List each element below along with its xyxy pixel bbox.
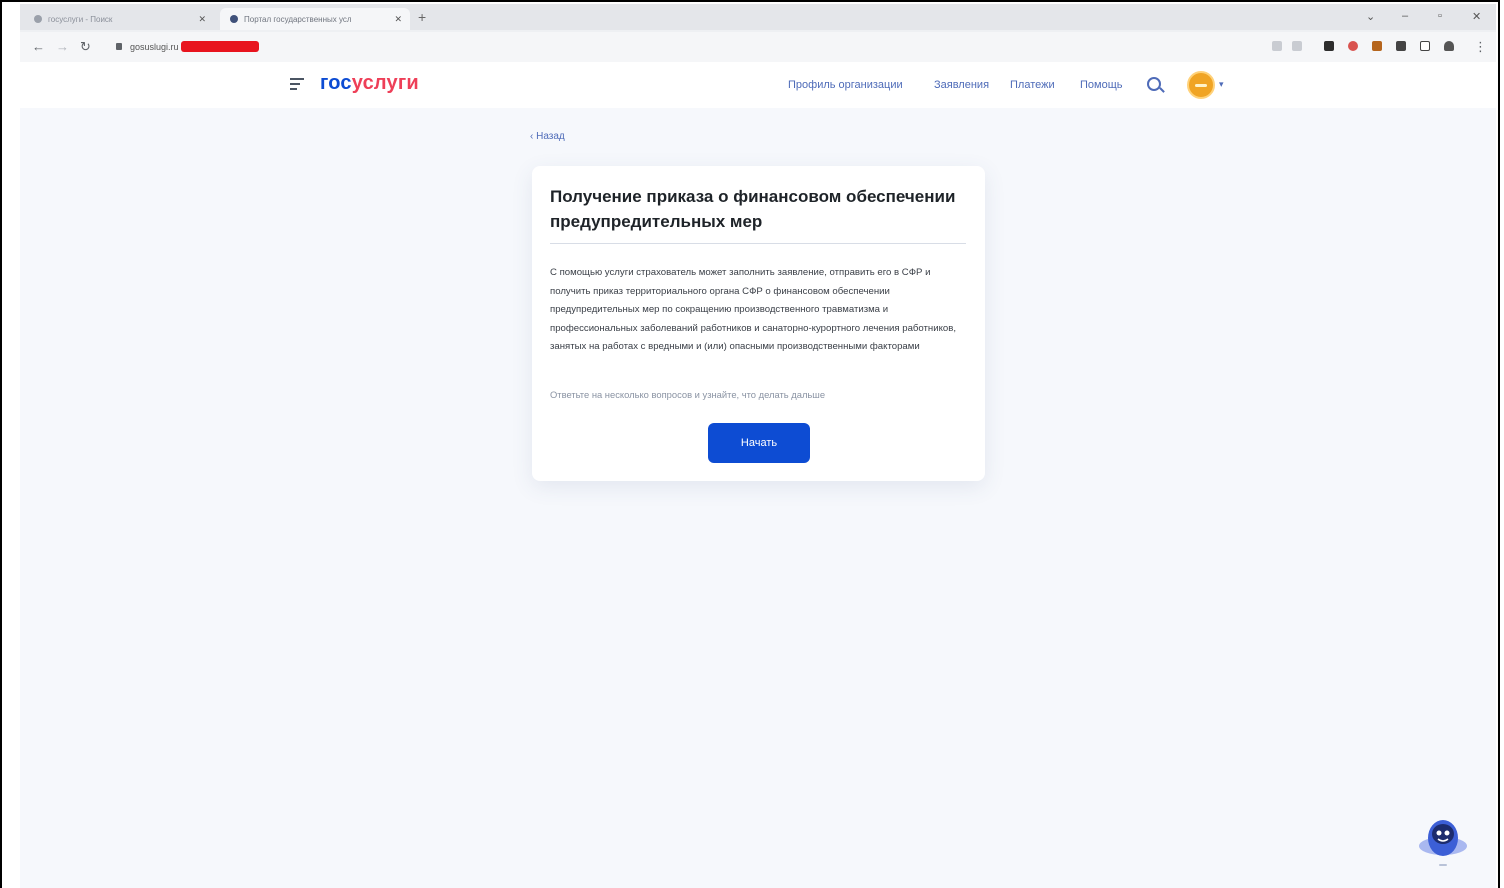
tab-label: Портал государственных усл	[244, 14, 352, 24]
maximize-icon[interactable]: ▫	[1438, 10, 1442, 22]
nav-help[interactable]: Помощь	[1080, 79, 1123, 91]
profile-icon[interactable]	[1444, 41, 1454, 51]
logo-part-1: гос	[320, 72, 352, 94]
tab-close-icon[interactable]: ✕	[394, 14, 402, 25]
minimize-icon[interactable]: –	[1402, 10, 1408, 22]
extension-icon[interactable]	[1324, 41, 1334, 51]
redaction-mark	[180, 41, 259, 52]
forward-arrow-icon[interactable]: →	[56, 39, 69, 54]
nav-payments[interactable]: Платежи	[1010, 79, 1055, 91]
share-icon[interactable]	[1272, 41, 1282, 51]
search-icon[interactable]	[1147, 77, 1161, 91]
url-text: gosuslugi.ru	[130, 41, 179, 52]
browser-tab-search[interactable]: госуслуги - Поиск ✕	[24, 8, 214, 30]
bookmark-star-icon[interactable]	[1292, 41, 1302, 51]
service-card: Получение приказа о финансовом обеспечен…	[532, 166, 985, 481]
back-link[interactable]: ‹ Назад	[530, 131, 565, 142]
tab-strip: госуслуги - Поиск ✕ Портал государственн…	[20, 4, 1496, 30]
extension-icon[interactable]	[1348, 41, 1358, 51]
menu-dots-icon[interactable]: ⋮	[1474, 39, 1487, 55]
nav-applications[interactable]: Заявления	[934, 79, 989, 91]
robot-assistant-icon[interactable]	[1412, 812, 1474, 874]
start-button[interactable]: Начать	[708, 423, 810, 463]
page-title: Получение приказа о финансовом обеспечен…	[550, 187, 956, 231]
address-bar-row: ← → ↻ gosuslugi.ru ⋮	[20, 32, 1496, 62]
extensions-puzzle-icon[interactable]	[1396, 41, 1406, 51]
tab-close-icon[interactable]: ✕	[198, 14, 206, 25]
tab-search-chevron-icon[interactable]: ⌄	[1366, 10, 1375, 23]
gosuslugi-logo[interactable]: госуслуги	[320, 72, 419, 95]
nav-profile-organization[interactable]: Профиль организации	[788, 79, 903, 91]
lock-icon	[116, 43, 122, 50]
tab-label: госуслуги - Поиск	[48, 14, 113, 24]
window-close-icon[interactable]: ✕	[1472, 10, 1481, 23]
divider	[550, 243, 966, 244]
reload-icon[interactable]: ↻	[80, 39, 91, 55]
service-description: С помощью услуги страхователь может запо…	[550, 267, 956, 352]
back-arrow-icon[interactable]: ←	[32, 39, 45, 54]
site-header: госуслуги Профиль организации Заявления …	[20, 62, 1496, 108]
logo-part-2: услуги	[351, 72, 419, 94]
frame-right-edge	[1498, 0, 1504, 888]
avatar[interactable]	[1187, 71, 1215, 99]
new-tab-button[interactable]: +	[418, 9, 426, 25]
hamburger-menu-icon[interactable]	[290, 78, 304, 90]
chevron-down-icon[interactable]: ▾	[1219, 79, 1224, 90]
tab-favicon-icon	[34, 15, 42, 23]
browser-chrome: госуслуги - Поиск ✕ Портал государственн…	[20, 4, 1496, 62]
url-field[interactable]: gosuslugi.ru	[116, 41, 259, 52]
extension-icon[interactable]	[1372, 41, 1382, 51]
tab-favicon-icon	[230, 15, 238, 23]
browser-tab-gosuslugi[interactable]: Портал государственных усл ✕	[220, 8, 410, 30]
side-panel-icon[interactable]	[1420, 41, 1430, 51]
hint-text: Ответьте на несколько вопросов и узнайте…	[550, 389, 826, 400]
